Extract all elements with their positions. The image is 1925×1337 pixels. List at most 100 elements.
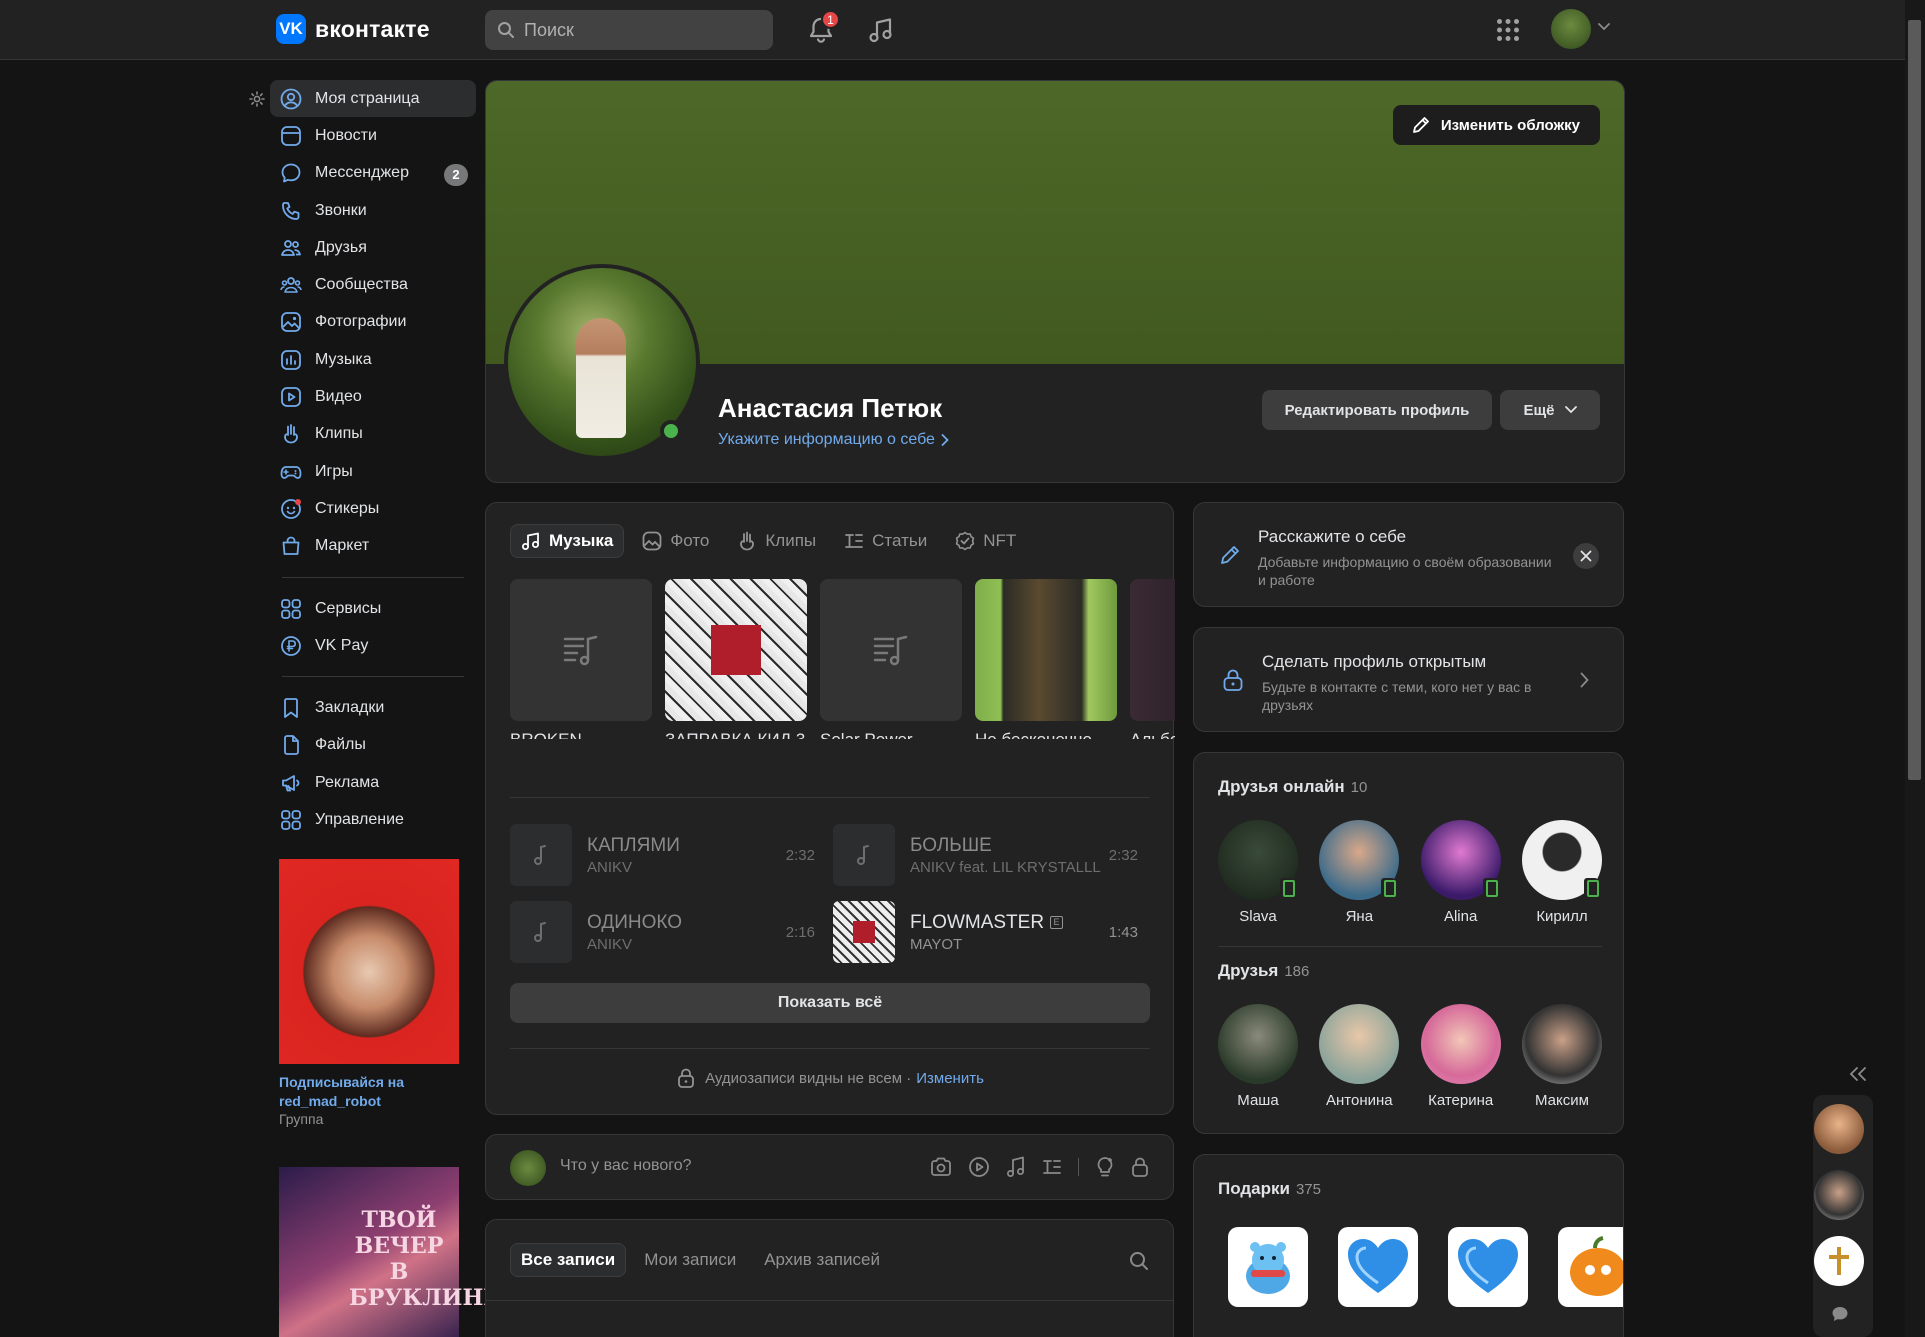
- track-artist[interactable]: ANIKV feat. LIL KRYSTALLL: [910, 859, 1101, 876]
- track-row[interactable]: ОДИНОКО ANIKV 2:16: [510, 901, 815, 963]
- gear-icon[interactable]: [249, 91, 265, 107]
- chat-avatar[interactable]: [1814, 1236, 1864, 1286]
- messenger-count-badge: 2: [444, 163, 468, 186]
- sidebar-item-messenger[interactable]: Мессенджер 2: [270, 155, 476, 192]
- friends-online-header[interactable]: Друзья онлайн 10: [1218, 777, 1367, 797]
- friend-item[interactable]: Максим: [1521, 1004, 1602, 1109]
- lightbulb-icon[interactable]: [1095, 1156, 1115, 1178]
- track-artist[interactable]: MAYOT: [910, 936, 1101, 953]
- audio-note-text: Аудиозаписи видны не всем ·: [705, 1069, 912, 1087]
- friend-item[interactable]: Маша: [1218, 1004, 1298, 1109]
- ad-title-link[interactable]: Подписывайся на red_mad_robot: [279, 1073, 459, 1111]
- chat-bubble-icon[interactable]: [1831, 1306, 1849, 1322]
- more-button[interactable]: Ещё: [1500, 390, 1600, 430]
- tab-music[interactable]: Музыка: [510, 524, 625, 558]
- track-artist[interactable]: ANIKV: [587, 936, 778, 953]
- sidebar-item-files[interactable]: Файлы: [270, 727, 476, 764]
- collapse-chats-icon[interactable]: [1849, 1067, 1867, 1081]
- online-indicator: [660, 420, 682, 442]
- album-title: Не бесконечно: [975, 730, 1117, 739]
- tab-photos[interactable]: Фото: [632, 524, 719, 558]
- sidebar-item-bookmarks[interactable]: Закладки: [270, 689, 476, 726]
- album-item[interactable]: Альбом: [1130, 579, 1175, 739]
- close-button[interactable]: [1573, 543, 1599, 569]
- chat-avatar[interactable]: [1814, 1104, 1864, 1154]
- album-item[interactable]: BROKEN SEASON: [510, 579, 652, 739]
- friend-item[interactable]: Slava: [1218, 820, 1298, 925]
- edit-profile-button[interactable]: Редактировать профиль: [1262, 390, 1492, 430]
- sidebar-item-news[interactable]: Новости: [270, 117, 476, 154]
- sidebar-item-music[interactable]: Музыка: [270, 341, 476, 378]
- album-item[interactable]: Solar Power: [820, 579, 962, 739]
- sidebar-item-photos[interactable]: Фотографии: [270, 304, 476, 341]
- chevron-down-icon[interactable]: [1598, 23, 1610, 31]
- profile-info-link[interactable]: Укажите информацию о себе: [718, 431, 949, 449]
- friend-item[interactable]: Яна: [1319, 820, 1400, 925]
- track-row[interactable]: КАПЛЯМИ ANIKV 2:32: [510, 824, 815, 886]
- change-cover-button[interactable]: Изменить обложку: [1392, 105, 1600, 145]
- apps-grid-icon[interactable]: [1496, 18, 1520, 42]
- sidebar-item-stickers[interactable]: Стикеры: [270, 490, 476, 527]
- new-post-box[interactable]: Что у вас нового?: [485, 1134, 1174, 1200]
- sidebar-item-market[interactable]: Маркет: [270, 528, 476, 565]
- about-yourself-card[interactable]: Расскажите о себе Добавьте информацию о …: [1193, 502, 1624, 607]
- friend-item[interactable]: Антонина: [1319, 1004, 1400, 1109]
- camera-icon[interactable]: [930, 1157, 952, 1177]
- friend-item[interactable]: Кирилл: [1521, 820, 1602, 925]
- album-item[interactable]: Не бесконечно: [975, 579, 1117, 739]
- gifts-card: Подарки 375: [1193, 1154, 1624, 1337]
- tab-my-posts[interactable]: Мои записи: [634, 1243, 746, 1277]
- tab-nft[interactable]: NFT: [945, 524, 1026, 558]
- sidebar-item-calls[interactable]: Звонки: [270, 192, 476, 229]
- sidebar-item-ads[interactable]: Реклама: [270, 764, 476, 801]
- track-duration: 2:16: [785, 923, 815, 941]
- vk-logo[interactable]: VK вконтакте: [276, 14, 430, 44]
- track-row[interactable]: FLOWMASTER E MAYOT 1:43: [833, 901, 1138, 963]
- pumpkin-gift-icon: [1565, 1234, 1623, 1300]
- search-icon[interactable]: [1129, 1251, 1149, 1271]
- sidebar-item-video[interactable]: Видео: [270, 378, 476, 415]
- tab-all-posts[interactable]: Все записи: [510, 1243, 627, 1277]
- album-item[interactable]: ЗАПРАВКА КИД 3: [665, 579, 807, 739]
- sidebar-item-my-page[interactable]: Моя страница: [270, 80, 476, 118]
- search-input[interactable]: Поиск: [485, 10, 773, 50]
- chat-avatar[interactable]: [1814, 1170, 1864, 1220]
- gift-item[interactable]: [1558, 1227, 1623, 1307]
- sidebar-ad[interactable]: Подписывайся на red_mad_robot Группа ТВО…: [279, 859, 500, 1337]
- tab-clips[interactable]: Клипы: [727, 524, 826, 558]
- sidebar-item-manage[interactable]: Управление: [270, 801, 476, 838]
- show-all-button[interactable]: Показать всё: [510, 983, 1150, 1023]
- video-icon[interactable]: [968, 1156, 990, 1178]
- music-note-icon[interactable]: [1006, 1156, 1026, 1178]
- sidebar-item-friends[interactable]: Друзья: [270, 229, 476, 266]
- sidebar-item-vkpay[interactable]: VK Pay: [270, 627, 476, 664]
- post-input[interactable]: Что у вас нового?: [560, 1157, 692, 1175]
- audio-change-link[interactable]: Изменить: [916, 1070, 984, 1087]
- manage-icon: [280, 809, 302, 831]
- change-cover-label: Изменить обложку: [1440, 116, 1580, 134]
- sidebar-item-services[interactable]: Сервисы: [270, 590, 476, 627]
- gift-item[interactable]: [1338, 1227, 1418, 1307]
- open-profile-card[interactable]: Сделать профиль открытым Будьте в контак…: [1193, 627, 1624, 732]
- friends-header[interactable]: Друзья 186: [1218, 961, 1309, 981]
- sidebar-item-clips[interactable]: Клипы: [270, 416, 476, 453]
- user-avatar[interactable]: [1551, 9, 1591, 49]
- friend-item[interactable]: Катерина: [1420, 1004, 1501, 1109]
- ad-image[interactable]: [279, 859, 459, 1064]
- sidebar-item-games[interactable]: Игры: [270, 453, 476, 490]
- tab-articles[interactable]: Статьи: [834, 524, 937, 558]
- gifts-header[interactable]: Подарки 375: [1218, 1179, 1321, 1199]
- lock-icon[interactable]: [1131, 1157, 1149, 1177]
- track-row[interactable]: БОЛЬШЕ ANIKV feat. LIL KRYSTALLL 2:32: [833, 824, 1138, 886]
- friend-item[interactable]: Alina: [1420, 820, 1501, 925]
- gift-item[interactable]: [1448, 1227, 1528, 1307]
- articles-icon[interactable]: [1042, 1157, 1062, 1177]
- track-artist[interactable]: ANIKV: [587, 859, 778, 876]
- tab-archive[interactable]: Архив записей: [754, 1243, 890, 1277]
- ad-image-second[interactable]: ТВОЙ ВЕЧЕР В БРУКЛИНЕ: [279, 1167, 500, 1337]
- music-note-icon[interactable]: [868, 16, 894, 44]
- video-icon: [280, 386, 302, 408]
- scrollbar-thumb[interactable]: [1908, 20, 1921, 780]
- sidebar-item-communities[interactable]: Сообщества: [270, 266, 476, 303]
- gift-item[interactable]: [1228, 1227, 1308, 1307]
